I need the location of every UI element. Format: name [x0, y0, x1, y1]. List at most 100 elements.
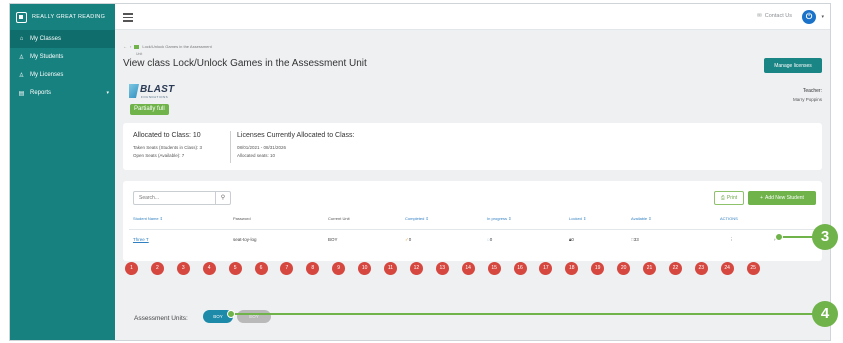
- callout-3-badge: 3: [812, 224, 838, 250]
- search-box: ⚲: [133, 191, 231, 205]
- game-page-24[interactable]: 24: [720, 262, 734, 275]
- divider: [230, 131, 231, 163]
- sidebar-item-my-classes[interactable]: ⌂ My Classes: [10, 30, 115, 48]
- header-student-name[interactable]: Student Name ⇕: [133, 216, 163, 221]
- callout-4-badge: 4: [812, 301, 838, 327]
- brand[interactable]: Really Great Reading: [10, 4, 115, 30]
- game-page-7[interactable]: 7: [280, 262, 294, 275]
- game-page-8[interactable]: 8: [306, 262, 320, 275]
- header-password: Password: [233, 216, 251, 221]
- unit-eoy-tab[interactable]: EOY: [237, 310, 271, 323]
- game-page-25[interactable]: 25: [746, 262, 760, 275]
- page-title: View class Lock/Unlock Games in the Asse…: [123, 58, 367, 69]
- game-page-6[interactable]: 6: [254, 262, 268, 275]
- available-cell: □33: [631, 237, 639, 242]
- students-table-card: ⚲ ⎙ Print + Add New Student Student Name…: [123, 181, 822, 261]
- licenses-title: Licenses Currently Allocated to Class:: [237, 132, 355, 139]
- manage-licenses-button[interactable]: Manage licenses: [764, 58, 822, 73]
- sidebar-item-label: My Licenses: [30, 72, 64, 78]
- add-new-student-button[interactable]: + Add New Student: [748, 191, 816, 205]
- sidebar: Really Great Reading ⌂ My Classes ♙ My S…: [10, 4, 115, 340]
- allocated-title: Allocated to Class: 10: [133, 132, 201, 139]
- locked-cell: 🔒︎0: [569, 237, 574, 242]
- plus-icon: +: [760, 195, 763, 201]
- teacher-label: Teacher:: [802, 88, 822, 94]
- game-page-2[interactable]: 2: [150, 262, 164, 275]
- person-icon: ♙: [18, 54, 25, 61]
- blast-logo-text: BLAST: [140, 84, 175, 95]
- printer-icon: ⎙: [720, 195, 725, 201]
- game-page-10[interactable]: 10: [358, 262, 372, 275]
- game-page-1[interactable]: 1: [125, 262, 138, 275]
- in-progress-count: 0: [489, 237, 493, 242]
- license-seats: Allocated seats: 10: [237, 153, 276, 158]
- blast-logo-icon: [129, 84, 139, 98]
- sidebar-item-my-licenses[interactable]: ♙ My Licenses: [10, 66, 115, 84]
- game-page-18[interactable]: 18: [565, 262, 579, 275]
- game-page-14[interactable]: 14: [461, 262, 475, 275]
- game-page-11[interactable]: 11: [384, 262, 397, 275]
- game-page-13[interactable]: 13: [435, 262, 449, 275]
- allocation-card: Allocated to Class: 10 Taken Seats (Stud…: [123, 123, 822, 170]
- game-page-5[interactable]: 5: [228, 262, 242, 275]
- game-page-15[interactable]: 15: [487, 262, 501, 275]
- student-name-link[interactable]: Three T: [133, 237, 149, 242]
- student-password: seat-toy-log: [233, 237, 257, 242]
- home-icon: ⌂: [19, 36, 24, 42]
- callout-3-dot: [775, 233, 783, 241]
- game-page-20[interactable]: 20: [617, 262, 631, 275]
- game-page-16[interactable]: 16: [513, 262, 527, 275]
- screenshot-frame: Really Great Reading ⌂ My Classes ♙ My S…: [0, 0, 843, 343]
- game-page-4[interactable]: 4: [202, 262, 216, 275]
- callout-4-dot: [227, 310, 235, 318]
- print-label: Print: [726, 195, 738, 201]
- status-badge: Partially full: [130, 104, 169, 115]
- license-dates: 08/01/2021 - 08/31/2026: [237, 145, 287, 150]
- locked-count: 0: [571, 237, 574, 242]
- sidebar-item-reports[interactable]: ▤ Reports ▾: [10, 84, 115, 102]
- search-icon[interactable]: ⚲: [215, 192, 230, 204]
- sidebar-item-label: Reports: [30, 90, 52, 96]
- actions-menu-icon[interactable]: ⋮: [729, 237, 734, 243]
- sidebar-item-label: My Classes: [30, 36, 62, 42]
- menu-icon[interactable]: [123, 13, 133, 24]
- teacher-name: Marry Poppins: [792, 97, 822, 102]
- person-icon: ♙: [18, 72, 25, 79]
- game-page-17[interactable]: 17: [539, 262, 553, 275]
- contact-us-link[interactable]: ✉ Contact Us: [757, 13, 792, 19]
- sidebar-item-my-students[interactable]: ♙ My Students: [10, 48, 115, 66]
- game-page-23[interactable]: 23: [694, 262, 708, 275]
- callout-4-line: [232, 313, 816, 315]
- brand-logo-icon: [16, 11, 27, 23]
- assessment-units-label: Assessment Units:: [134, 315, 188, 322]
- chevron-right-icon: ›: [130, 44, 132, 49]
- header-actions: ACTIONS: [720, 216, 738, 221]
- header-in-progress[interactable]: In progress ⇕: [487, 216, 511, 221]
- chevron-down-icon[interactable]: ▾: [821, 14, 824, 20]
- completed-cell: ✓0: [405, 237, 411, 243]
- class-icon: [134, 44, 140, 49]
- callout-3-line: [780, 236, 816, 238]
- header-completed[interactable]: Completed ⇕: [405, 216, 429, 221]
- open-seats: Open Seats (Available): 7: [133, 153, 185, 158]
- back-arrow-icon[interactable]: ←: [123, 44, 127, 49]
- chevron-down-icon: ▾: [106, 90, 109, 96]
- game-pager: 1 2 3 4 5 6 7 8 9 10 11 12 13 14 15 16 17 18 19 20 21 22 23 24 2…: [125, 262, 785, 276]
- game-page-9[interactable]: 9: [332, 262, 346, 275]
- available-count: 33: [633, 237, 639, 242]
- student-unit: BOY: [328, 237, 338, 242]
- game-page-21[interactable]: 21: [643, 262, 656, 275]
- power-icon[interactable]: ⏻: [802, 10, 816, 24]
- game-page-3[interactable]: 3: [176, 262, 190, 275]
- game-page-19[interactable]: 19: [591, 262, 605, 275]
- brand-name: Really Great Reading: [32, 14, 106, 20]
- main-content: ← › Lock/Unlock Games in the Assessment …: [115, 30, 830, 340]
- header-locked[interactable]: Locked ⇕: [569, 216, 586, 221]
- add-student-label: Add New Student: [765, 195, 804, 201]
- blast-logo-subtext: FOUNDATIONS: [141, 95, 169, 99]
- game-page-12[interactable]: 12: [409, 262, 423, 275]
- print-button[interactable]: ⎙ Print: [714, 191, 744, 205]
- search-input[interactable]: [134, 192, 216, 204]
- header-available[interactable]: Available ⇕: [631, 216, 652, 221]
- game-page-22[interactable]: 22: [668, 262, 682, 275]
